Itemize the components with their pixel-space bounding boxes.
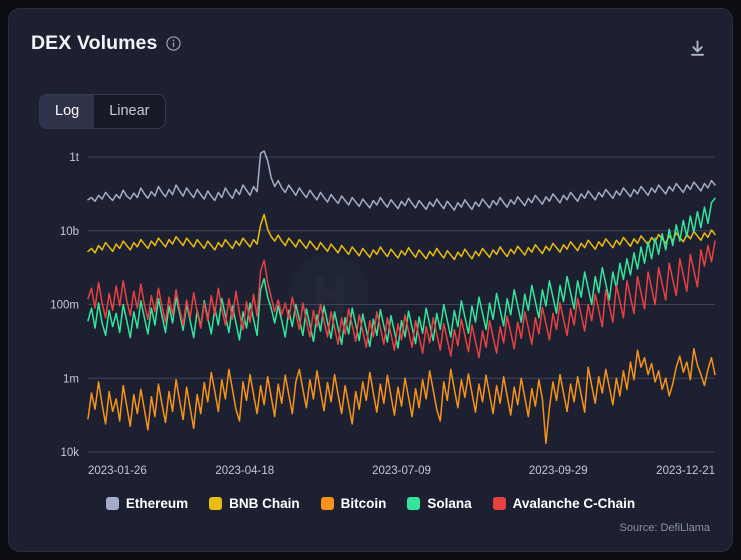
scale-toggle-group[interactable]: Log Linear <box>39 94 166 129</box>
legend-item-bnb-chain[interactable]: BNB Chain <box>209 496 300 511</box>
dex-volumes-chart[interactable]: 1t 10b 100m 1m 10k 2023-01-26 2023-04-18 2023-0… <box>9 139 733 484</box>
legend-swatch-icon <box>321 497 334 510</box>
legend-swatch-icon <box>493 497 506 510</box>
chart-plot-region: 1t 10b 100m 1m 10k 2023-01-26 2023-04-18 2023-0… <box>9 139 733 484</box>
y-axis-tick-label: 10b <box>60 226 79 238</box>
legend-item-bitcoin[interactable]: Bitcoin <box>321 496 387 511</box>
legend-label: Solana <box>427 496 471 511</box>
legend-label: BNB Chain <box>229 496 300 511</box>
series-line-avalanche-c-chain <box>88 241 715 358</box>
x-axis-tick-label: 2023-01-26 <box>88 465 147 477</box>
card-header: DEX Volumes <box>31 31 710 65</box>
page-title: DEX Volumes <box>31 31 157 55</box>
y-axis-tick-label: 100m <box>50 300 79 312</box>
legend-label: Ethereum <box>126 496 188 511</box>
source-label: Source: DefiLlama <box>620 522 711 534</box>
legend-label: Bitcoin <box>341 496 387 511</box>
y-axis-tick-label: 1t <box>69 152 79 164</box>
info-icon[interactable] <box>166 36 181 51</box>
series-line-bitcoin <box>88 349 715 443</box>
tab-linear[interactable]: Linear <box>94 95 164 128</box>
legend-swatch-icon <box>209 497 222 510</box>
download-icon <box>688 39 707 58</box>
legend-item-solana[interactable]: Solana <box>407 496 471 511</box>
legend-swatch-icon <box>106 497 119 510</box>
x-axis-tick-label: 2023-04-18 <box>215 465 274 477</box>
x-axis-tick-label: 2023-07-09 <box>372 465 431 477</box>
series-line-ethereum <box>88 151 715 210</box>
download-button[interactable] <box>684 35 710 61</box>
y-axis-tick-label: 1m <box>63 373 79 385</box>
chart-legend: Ethereum BNB Chain Bitcoin Solana Avalanche … <box>9 496 732 511</box>
series-line-solana <box>88 198 715 348</box>
title-wrap: DEX Volumes <box>31 31 181 55</box>
legend-item-ethereum[interactable]: Ethereum <box>106 496 188 511</box>
x-axis-tick-label: 2023-09-29 <box>529 465 588 477</box>
series-line-bnb-chain <box>88 215 715 260</box>
tab-log[interactable]: Log <box>40 95 94 128</box>
dex-volumes-card: DEX Volumes Log Linear 1t10b100m1m1 <box>8 8 733 552</box>
legend-item-avalanche-c-chain[interactable]: Avalanche C-Chain <box>493 496 636 511</box>
legend-swatch-icon <box>407 497 420 510</box>
x-axis-tick-label: 2023-12-21 <box>656 465 715 477</box>
y-axis-tick-label: 10k <box>60 447 79 459</box>
legend-label: Avalanche C-Chain <box>513 496 636 511</box>
